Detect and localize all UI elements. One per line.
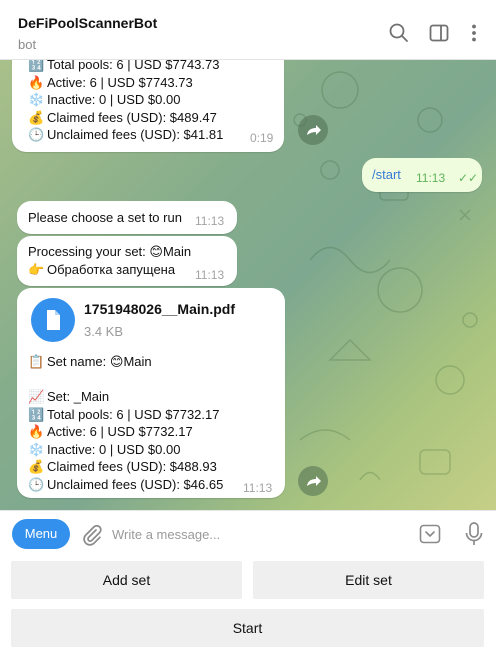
chat-subtitle: bot <box>18 37 37 52</box>
snowflake-emoji: ❄️ <box>28 441 45 457</box>
message-time: 11:13 <box>195 214 225 228</box>
chat-title[interactable]: DeFiPoolScannerBot <box>18 15 157 31</box>
message-composer: Menu <box>0 510 496 556</box>
message-line: ❄️ Inactive: 0 | USD $0.00 <box>28 441 223 459</box>
bot-reply-keyboard: Add set Edit set Start <box>0 556 496 656</box>
forward-icon[interactable] <box>298 115 328 145</box>
processing-text: Processing your set: <box>28 244 150 259</box>
active-text: Active: 6 | USD $7732.17 <box>47 424 193 439</box>
start-button[interactable]: Start <box>11 609 484 647</box>
message-bot-processing[interactable]: Processing your set: 😊Main 👉 Обработка за… <box>17 236 237 286</box>
message-bot-choose[interactable]: Please choose a set to run 11:13 <box>17 201 237 234</box>
message-line: 📈 Set: _Main <box>28 388 223 406</box>
message-line: 🕒 Unclaimed fees (USD): $41.81 <box>28 126 223 144</box>
fire-emoji: 🔥 <box>28 74 45 90</box>
file-download-button[interactable] <box>31 298 75 342</box>
active-text: Active: 6 | USD $7743.73 <box>47 74 193 90</box>
message-line: 🕒 Unclaimed fees (USD): $46.65 <box>28 476 223 494</box>
set-name-text: Main <box>162 244 192 259</box>
message-bot-summary-1[interactable]: 🔢 Total pools: 6 | USD $7743.73 🔥 Active: … <box>12 60 284 152</box>
inactive-text: Inactive: 0 | USD $0.00 <box>47 92 181 107</box>
microphone-icon[interactable] <box>462 521 486 547</box>
processing-started-text: Обработка запущена <box>47 261 176 277</box>
search-icon[interactable] <box>388 22 410 44</box>
message-line: 🔥 Active: 6 | USD $7732.17 <box>28 423 223 441</box>
message-time: 0:19 <box>250 131 274 145</box>
message-line: 🔢 Total pools: 6 | USD $7743.73 <box>28 60 223 74</box>
file-icon <box>47 310 60 330</box>
message-line: 💰 Claimed fees (USD): $489.47 <box>28 109 223 127</box>
message-time: 11:13 <box>416 171 446 185</box>
snowflake-emoji: ❄️ <box>28 92 45 107</box>
add-set-button[interactable]: Add set <box>11 561 242 599</box>
message-line: 📋 Set name: 😊Main <box>28 353 152 371</box>
message-user-start[interactable]: /start 11:13 ✓✓ <box>362 158 482 192</box>
file-name[interactable]: 1751948026__Main.pdf <box>84 301 235 319</box>
chart-emoji: 📈 <box>28 389 45 404</box>
unclaimed-fees-text: Unclaimed fees (USD): $46.65 <box>47 476 224 492</box>
claimed-fees-text: Claimed fees (USD): $489.47 <box>47 109 217 125</box>
file-size: 3.4 KB <box>84 324 124 339</box>
claimed-fees-text: Claimed fees (USD): $488.93 <box>47 459 217 474</box>
command-link[interactable]: /start <box>372 166 401 184</box>
more-vertical-icon[interactable] <box>463 22 485 44</box>
keyboard-toggle-icon[interactable] <box>418 522 442 546</box>
message-input[interactable] <box>112 519 402 549</box>
pointing-hand-emoji: 👉 <box>28 261 45 277</box>
paperclip-icon[interactable] <box>80 523 104 547</box>
read-checks-icon: ✓✓ <box>458 171 479 185</box>
message-line: 🔥 Active: 6 | USD $7743.73 <box>28 74 223 92</box>
message-line: 🔢 Total pools: 6 | USD $7732.17 <box>28 406 223 424</box>
message-line: ❄️ Inactive: 0 | USD $0.00 <box>28 91 223 109</box>
set-label: Set: _Main <box>47 389 110 404</box>
input-numbers-emoji: 🔢 <box>28 406 45 422</box>
chat-area[interactable]: 🔢 Total pools: 6 | USD $7743.73 🔥 Active: … <box>0 60 496 510</box>
message-line: 💰 Claimed fees (USD): $488.93 <box>28 458 223 476</box>
forward-icon[interactable] <box>298 466 328 496</box>
message-line: Processing your set: 😊Main <box>28 243 191 261</box>
clipboard-emoji: 📋 <box>28 354 45 369</box>
sidebar-toggle-icon[interactable] <box>428 22 450 44</box>
message-line: 👉 Обработка запущена <box>28 261 191 279</box>
clock-emoji: 🕒 <box>28 476 45 492</box>
message-time: 11:13 <box>243 481 273 495</box>
smiling-face-emoji: 😊 <box>109 354 124 369</box>
fire-emoji: 🔥 <box>28 424 45 439</box>
edit-set-button[interactable]: Edit set <box>253 561 484 599</box>
total-pools-text: Total pools: 6 | USD $7743.73 <box>47 60 220 72</box>
money-bag-emoji: 💰 <box>28 459 45 474</box>
clock-emoji: 🕒 <box>28 127 45 142</box>
set-name-value: Main <box>123 354 152 369</box>
unclaimed-fees-text: Unclaimed fees (USD): $41.81 <box>47 127 224 142</box>
total-pools-text: Total pools: 6 | USD $7732.17 <box>47 406 220 422</box>
message-text: Please choose a set to run <box>28 210 182 225</box>
message-time: 11:13 <box>195 268 225 282</box>
set-name-label: Set name: <box>47 354 110 369</box>
money-bag-emoji: 💰 <box>28 109 45 125</box>
input-numbers-emoji: 🔢 <box>28 60 45 72</box>
chat-header: DeFiPoolScannerBot bot <box>0 0 496 60</box>
inactive-text: Inactive: 0 | USD $0.00 <box>47 441 181 457</box>
bot-menu-button[interactable]: Menu <box>12 519 70 549</box>
message-bot-report[interactable]: 1751948026__Main.pdf 3.4 KB 📋 Set name: 😊… <box>17 288 285 498</box>
smiling-face-emoji: 😊 <box>149 244 163 259</box>
